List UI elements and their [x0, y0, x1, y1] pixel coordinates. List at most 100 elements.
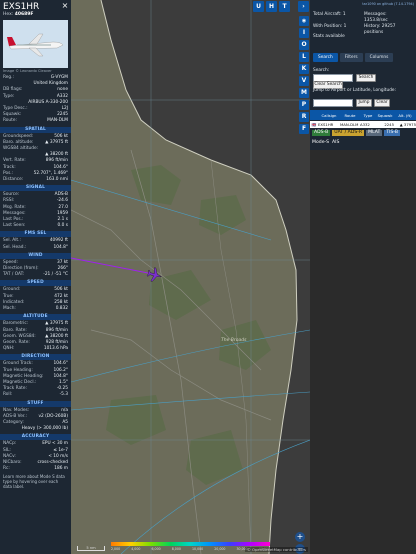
- tab-filters[interactable]: Filters: [339, 53, 363, 62]
- col-callsign[interactable]: Callsign: [318, 113, 340, 118]
- sidebar-tabs: Search Filters Columns: [313, 53, 394, 62]
- aircraft-photo[interactable]: [3, 20, 68, 68]
- badge-tisb[interactable]: TIS-B: [384, 130, 401, 136]
- side-button-6[interactable]: M: [299, 88, 309, 98]
- search-button[interactable]: Search: [356, 74, 376, 82]
- row-key: Distance:: [3, 177, 24, 183]
- row-value: 0.832: [55, 306, 68, 312]
- side-button-2[interactable]: O: [299, 40, 309, 50]
- history-count: History: 29257: [364, 24, 396, 29]
- row-key: Mach:: [3, 306, 16, 312]
- row-route: MAN-DLM: [340, 122, 359, 127]
- section-header-stuff[interactable]: STUFF: [0, 400, 71, 407]
- section-header-accuracy[interactable]: ACCURACY: [0, 434, 71, 441]
- row-key: QNH:: [3, 346, 15, 352]
- map-top-buttons: U H T: [253, 1, 290, 12]
- sections-list: SPATIAL Groundspeed: 506 kt Baro. altitude:…: [0, 126, 71, 473]
- with-position: With Position: 1: [313, 24, 347, 29]
- section-header-fms-sel[interactable]: FMS SEL: [0, 231, 71, 238]
- side-button-9[interactable]: F: [299, 124, 309, 134]
- map-view[interactable]: The Broads U H T › + − 5 nm 2,000 4,000 6…: [71, 0, 310, 554]
- map-canvas[interactable]: [71, 0, 310, 554]
- row-key: Route:: [3, 118, 17, 124]
- badge-mlat[interactable]: MLAT: [366, 130, 383, 136]
- clear-jump-button[interactable]: Clear: [374, 99, 390, 107]
- col-route[interactable]: Route: [340, 113, 360, 118]
- callsign-title: EXS1HR: [3, 2, 40, 12]
- row-squawk: 2245: [384, 122, 394, 127]
- col-type[interactable]: Type: [360, 113, 376, 118]
- row-value: 186 m: [54, 466, 68, 472]
- build-version[interactable]: tar1090 on github (7.14.1794): [362, 2, 414, 6]
- side-button-3[interactable]: L: [299, 52, 309, 62]
- row-value: 1013.6 hPa: [43, 346, 68, 352]
- col-squawk[interactable]: Squawk: [376, 113, 394, 118]
- row-value: -21 / -51 °C: [43, 272, 68, 278]
- row-value: 163.0 nmi: [46, 177, 68, 183]
- side-button-7[interactable]: P: [299, 100, 309, 110]
- row-key: Roll:: [3, 392, 13, 398]
- side-button-1[interactable]: I: [299, 28, 309, 38]
- section-header-direction[interactable]: DIRECTION: [0, 354, 71, 361]
- section-header-spatial[interactable]: SPATIAL: [0, 126, 71, 133]
- u-button[interactable]: U: [253, 1, 264, 12]
- side-button-8[interactable]: R: [299, 112, 309, 122]
- col-alt[interactable]: Alt. (ft): [394, 113, 416, 118]
- side-button-5[interactable]: V: [299, 76, 309, 86]
- jump-button[interactable]: Jump: [356, 99, 372, 107]
- source-badges: ADS-B UAT / ADS-R MLAT TIS-B: [312, 130, 416, 136]
- row-value: Heavy (> 300,000 lb): [21, 426, 68, 432]
- jump-input[interactable]: [313, 99, 353, 107]
- history-positions: positions: [364, 30, 384, 35]
- ais-label[interactable]: AIS: [332, 140, 339, 145]
- row-value: 104.8°: [53, 244, 68, 250]
- section-header-wind[interactable]: WIND: [0, 252, 71, 259]
- row-key: Last Seen:: [3, 223, 26, 229]
- row-type: A332: [360, 122, 370, 127]
- row-key: Type:: [3, 93, 15, 99]
- info-row: Heavy (> 300,000 lb): [0, 426, 71, 432]
- h-button[interactable]: H: [266, 1, 277, 12]
- table-header: Callsign Route Type Squawk Alt. (ft): [310, 110, 416, 120]
- place-label: The Broads: [221, 338, 247, 343]
- zoom-in-button[interactable]: +: [295, 532, 305, 542]
- osm-attribution[interactable]: © OpenStreetMap contributors: [245, 547, 308, 552]
- sidebar: tar1090 on github (7.14.1794) Total Airc…: [310, 0, 416, 554]
- stats-available[interactable]: Stats available: [313, 34, 345, 39]
- row-value: 0.0 s: [57, 223, 68, 229]
- messages-label: Messages:: [364, 12, 387, 17]
- tab-search[interactable]: Search: [313, 53, 338, 62]
- map-side-buttons: ◉ I O L K V M P R F: [298, 16, 310, 136]
- row-flag: 🇬🇧: [311, 122, 317, 127]
- section-header-speed[interactable]: SPEED: [0, 280, 71, 287]
- tab-columns[interactable]: Columns: [364, 53, 394, 62]
- row-alt: ▲ 37975: [399, 122, 416, 127]
- close-icon[interactable]: ×: [61, 2, 69, 10]
- info-row: Mach: 0.832: [0, 306, 71, 312]
- side-button-4[interactable]: K: [299, 64, 309, 74]
- row-key: Reg.:: [3, 75, 14, 80]
- search-label: Search:: [313, 68, 330, 73]
- row-key: WGS84 altitude:: [3, 146, 39, 152]
- section-header-altitude[interactable]: ALTITUDE: [0, 314, 71, 321]
- badge-adsb[interactable]: ADS-B: [312, 130, 331, 136]
- total-aircraft: Total Aircraft: 1: [313, 12, 346, 17]
- toggle-sidebar-button[interactable]: ›: [298, 1, 309, 12]
- jump-label: Jump to Airport or Latitude, Longitude:: [313, 88, 397, 93]
- photo-credit: Image © Leonardo Cleaver: [3, 69, 52, 73]
- row-value: -5.3: [59, 392, 68, 398]
- row-key: TAT / OAT:: [3, 272, 25, 278]
- mode-s-label[interactable]: Mode-S: [312, 140, 329, 145]
- side-button-0[interactable]: ◉: [299, 16, 309, 26]
- aircraft-info-panel: EXS1HR Hex: 40689F × Image © Leonardo Cl…: [0, 0, 71, 554]
- t-button[interactable]: T: [279, 1, 290, 12]
- detail-row: Route: MAN-DLM: [0, 118, 71, 124]
- section-header-signal[interactable]: SIGNAL: [0, 185, 71, 192]
- table-row[interactable]: 🇬🇧 EXS1HR MAN-DLM A332 2245 ▲ 37975: [310, 121, 416, 128]
- info-row: QNH: 1013.6 hPa: [0, 346, 71, 352]
- row-callsign: EXS1HR: [318, 122, 334, 127]
- footer-note: Learn more about Mode S data type by hov…: [3, 474, 65, 490]
- scale-bar: 5 nm: [77, 546, 105, 551]
- badge-uat[interactable]: UAT / ADS-R: [332, 130, 365, 136]
- mode-labels: Mode-S AIS: [312, 140, 339, 145]
